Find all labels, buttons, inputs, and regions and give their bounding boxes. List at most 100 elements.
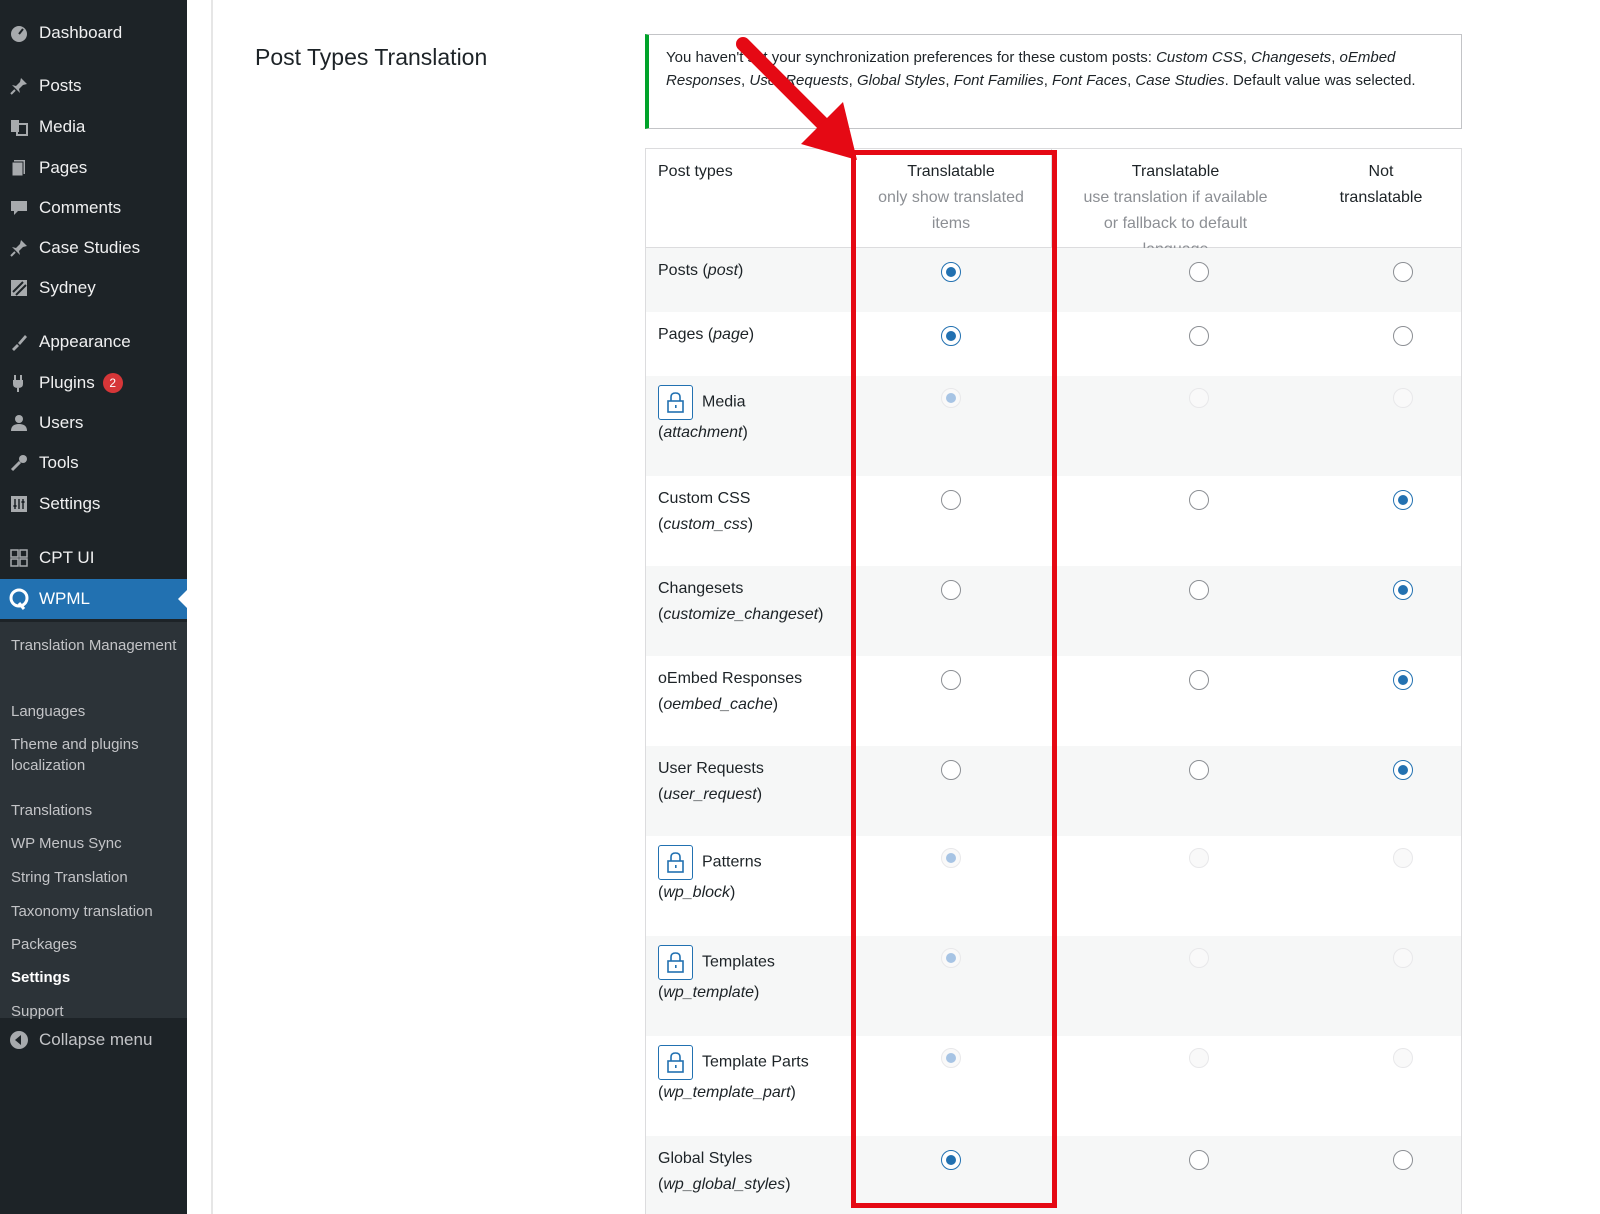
notice-post-name: Font Families bbox=[953, 72, 1044, 89]
comments-icon bbox=[8, 197, 30, 219]
page-title: Post Types Translation bbox=[255, 44, 488, 70]
post-type-slug: custom_css bbox=[663, 516, 748, 533]
menu-item-label: Posts bbox=[39, 76, 82, 95]
menu-item-label: Case Studies bbox=[39, 238, 141, 257]
radio-not-translatable bbox=[1393, 948, 1413, 968]
wpml-icon bbox=[8, 588, 30, 610]
menu-item-tools[interactable]: Tools bbox=[0, 443, 187, 483]
post-type-slug: customize_changeset bbox=[663, 606, 819, 623]
menu-item-users[interactable]: Users bbox=[0, 403, 187, 443]
menu-item-case-studies[interactable]: Case Studies bbox=[0, 228, 187, 268]
submenu-item-settings[interactable]: Settings bbox=[11, 967, 181, 988]
post-type-name-cell: User Requests (user_request) bbox=[658, 760, 764, 803]
lock-icon[interactable] bbox=[658, 845, 693, 880]
post-type-slug: wp_block bbox=[663, 884, 731, 901]
post-type-slug: attachment bbox=[663, 424, 743, 441]
notice-post-name: Changesets bbox=[1251, 49, 1332, 66]
post-type-label: Media bbox=[702, 393, 746, 411]
menu-item-wpml[interactable]: WPML bbox=[0, 579, 187, 619]
lock-icon[interactable] bbox=[658, 945, 693, 980]
radio-translatable-fallback[interactable] bbox=[1189, 326, 1209, 346]
collapse-menu-label: Collapse menu bbox=[39, 1030, 153, 1049]
submenu-item-support[interactable]: Support bbox=[11, 1001, 181, 1022]
notice-post-name: Case Studies bbox=[1135, 72, 1225, 89]
radio-not-translatable[interactable] bbox=[1393, 262, 1413, 282]
menu-item-media[interactable]: Media bbox=[0, 107, 187, 147]
radio-translatable-fallback[interactable] bbox=[1189, 490, 1209, 510]
radio-not-translatable bbox=[1393, 848, 1413, 868]
menu-item-comments[interactable]: Comments bbox=[0, 188, 187, 228]
menu-item-label: Media bbox=[39, 117, 86, 136]
submenu-item-string-translation[interactable]: String Translation bbox=[11, 867, 181, 888]
post-type-label: Templates bbox=[702, 953, 775, 971]
notice-post-name: Global Styles bbox=[856, 72, 946, 89]
post-type-slug: wp_template bbox=[663, 984, 755, 1001]
collapse-icon bbox=[8, 1029, 30, 1051]
menu-item-appearance[interactable]: Appearance bbox=[0, 322, 187, 362]
radio-translatable-fallback[interactable] bbox=[1189, 580, 1209, 600]
menu-item-posts[interactable]: Posts bbox=[0, 66, 187, 106]
radio-not-translatable[interactable] bbox=[1393, 580, 1413, 600]
post-type-label: Changesets bbox=[658, 580, 744, 597]
header-title: Translatable bbox=[1131, 163, 1220, 180]
radio-not-translatable[interactable] bbox=[1393, 670, 1413, 690]
post-type-name-cell: Pages (page) bbox=[658, 326, 755, 343]
menu-item-cpt-ui[interactable]: CPT UI bbox=[0, 538, 187, 578]
menu-item-label: Dashboard bbox=[39, 23, 123, 42]
post-type-slug: wp_global_styles bbox=[663, 1176, 786, 1193]
menu-item-label: Plugins 2 bbox=[39, 373, 123, 394]
radio-translatable-fallback[interactable] bbox=[1189, 262, 1209, 282]
radio-not-translatable[interactable] bbox=[1393, 490, 1413, 510]
menu-item-plugins[interactable]: Plugins 2 bbox=[0, 363, 187, 403]
notice-text-suffix: . Default value was selected. bbox=[1224, 72, 1416, 89]
radio-translatable-fallback bbox=[1189, 1048, 1209, 1068]
submenu-item-wp-menus-sync[interactable]: WP Menus Sync bbox=[11, 833, 181, 854]
collapse-menu-button[interactable]: Collapse menu bbox=[0, 1020, 187, 1060]
menu-item-label: Tools bbox=[39, 453, 79, 472]
radio-not-translatable[interactable] bbox=[1393, 1150, 1413, 1170]
radio-translatable-fallback bbox=[1189, 848, 1209, 868]
radio-translatable-fallback[interactable] bbox=[1189, 760, 1209, 780]
submenu-item-theme-and-plugins-localization[interactable]: Theme and plugins localization bbox=[11, 734, 181, 776]
header-not-translatable: Not translatable bbox=[1339, 163, 1423, 206]
submenu-item-languages[interactable]: Languages bbox=[11, 701, 181, 722]
menu-item-label: Users bbox=[39, 413, 84, 432]
submenu-item-translation-management[interactable]: Translation Management bbox=[11, 635, 181, 656]
menu-item-label: Appearance bbox=[39, 332, 131, 351]
user-icon bbox=[8, 412, 30, 434]
notice-post-name: Font Faces bbox=[1052, 72, 1128, 89]
post-type-label: Posts bbox=[658, 262, 699, 279]
menu-item-sydney[interactable]: Sydney bbox=[0, 268, 187, 308]
submenu-item-taxonomy-translation[interactable]: Taxonomy translation bbox=[11, 901, 181, 922]
menu-item-settings[interactable]: Settings bbox=[0, 484, 187, 524]
post-type-name-cell: oEmbed Responses (oembed_cache) bbox=[658, 670, 803, 713]
notice-post-name: Custom CSS bbox=[1156, 49, 1243, 66]
post-type-label: Template Parts bbox=[702, 1053, 809, 1071]
lock-icon[interactable] bbox=[658, 385, 693, 420]
wpml-submenu: Translation Management Languages Theme and… bbox=[0, 622, 187, 1020]
radio-not-translatable bbox=[1393, 1048, 1413, 1068]
radio-translatable-fallback[interactable] bbox=[1189, 1150, 1209, 1170]
update-count-badge: 2 bbox=[102, 373, 123, 394]
lock-icon[interactable] bbox=[658, 1045, 693, 1080]
post-type-name-cell: Patterns (wp_block) bbox=[658, 845, 843, 906]
post-type-label: User Requests bbox=[658, 760, 764, 777]
menu-item-pages[interactable]: Pages bbox=[0, 148, 187, 188]
header-translatable-fallback: Translatable use translation if available… bbox=[1051, 159, 1300, 258]
menu-item-label: CPT UI bbox=[39, 548, 95, 567]
annotation-highlight-box bbox=[851, 150, 1057, 1208]
grid-icon bbox=[8, 547, 30, 569]
post-type-slug: wp_template_part bbox=[663, 1084, 791, 1101]
radio-not-translatable[interactable] bbox=[1393, 760, 1413, 780]
radio-translatable-fallback bbox=[1189, 948, 1209, 968]
menu-item-label: Comments bbox=[39, 198, 122, 217]
radio-translatable-fallback[interactable] bbox=[1189, 670, 1209, 690]
plugin-icon bbox=[8, 372, 30, 394]
post-type-label: Patterns bbox=[702, 853, 762, 871]
annotation-arrow-icon bbox=[736, 37, 857, 160]
pages-icon bbox=[8, 157, 30, 179]
submenu-item-packages[interactable]: Packages bbox=[11, 934, 181, 955]
radio-not-translatable[interactable] bbox=[1393, 326, 1413, 346]
menu-item-dashboard[interactable]: Dashboard bbox=[0, 13, 187, 53]
submenu-item-translations[interactable]: Translations bbox=[11, 800, 181, 821]
